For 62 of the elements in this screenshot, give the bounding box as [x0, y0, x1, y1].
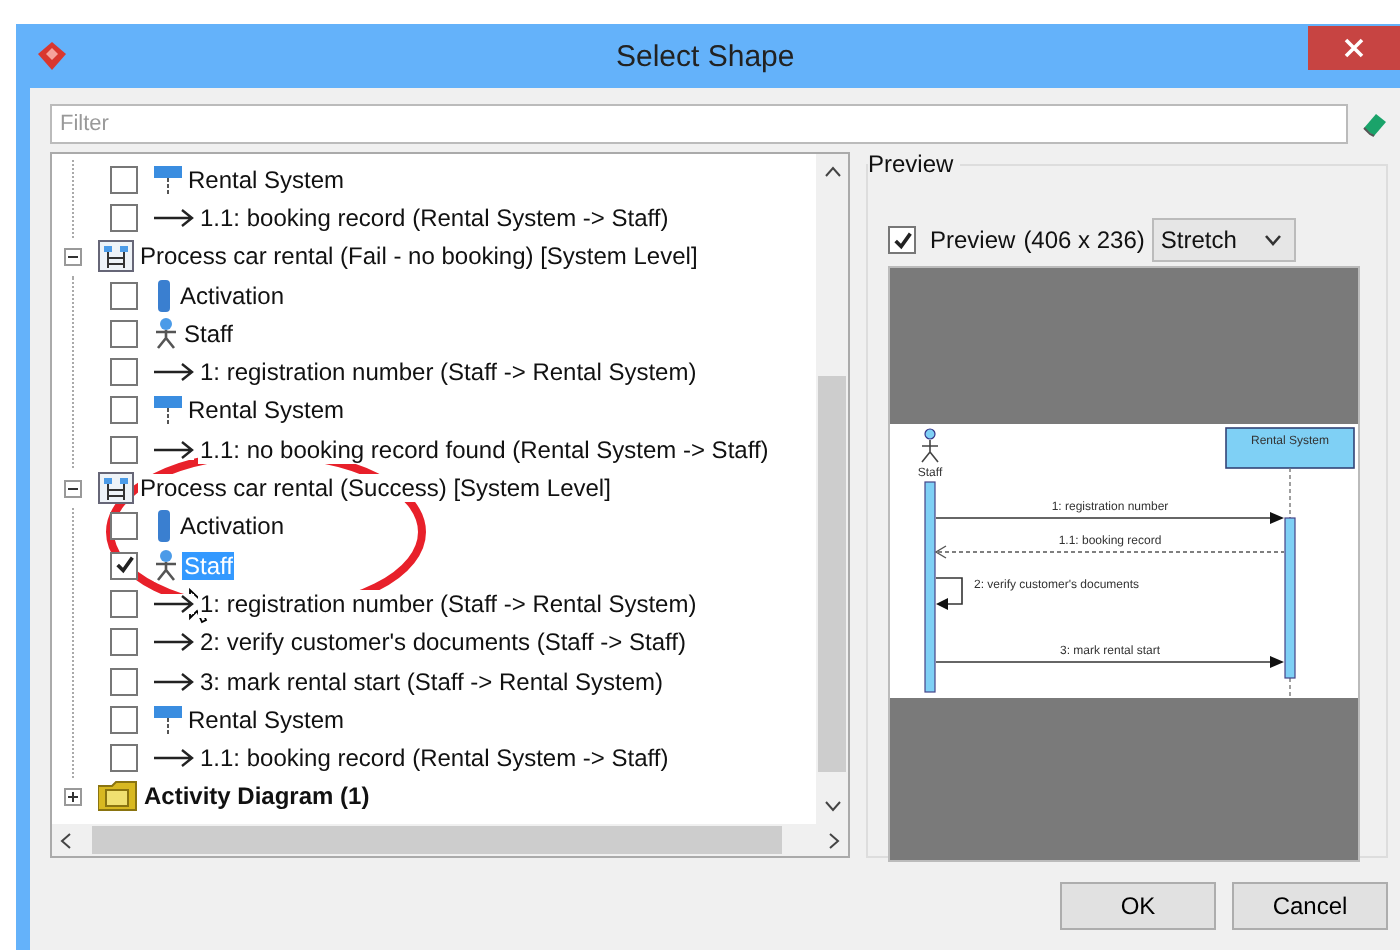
checkbox[interactable] [110, 628, 138, 657]
folder-icon [98, 780, 138, 813]
tree-item[interactable]: Process car rental (Success) [System Level] [138, 474, 613, 503]
preview-size: (406 x 236) [1023, 226, 1145, 254]
eraser-icon[interactable] [1360, 110, 1388, 138]
tree-item[interactable]: Rental System [186, 705, 347, 734]
actor-icon [154, 549, 178, 582]
lifeline-box [1225, 427, 1355, 469]
diagram-icon [98, 472, 134, 505]
actor-drawing [921, 428, 939, 463]
activation-icon [154, 510, 174, 543]
checkbox[interactable] [888, 226, 916, 254]
checkbox[interactable] [110, 705, 138, 734]
caret-icon [1264, 234, 1283, 246]
actor-icon [154, 317, 178, 350]
tree-item[interactable]: 1: registration number (Staff -> Rental System) [198, 589, 699, 618]
close-icon [1344, 38, 1364, 58]
tree-item[interactable]: Process car rental (Fail - no booking) [System Level] [138, 242, 700, 271]
window-title: Select Shape [616, 39, 795, 73]
tree-item[interactable]: 1: registration number (Staff -> Rental System) [198, 358, 699, 387]
tree-item[interactable]: 1.1: booking record (Rental System -> Staff) [198, 203, 671, 232]
checkbox[interactable] [110, 435, 138, 464]
close-button[interactable] [1308, 26, 1400, 70]
checkbox[interactable] [110, 551, 138, 580]
checkbox[interactable] [110, 589, 138, 618]
scroll-thumb[interactable] [92, 826, 782, 854]
tree-item[interactable]: Activity Diagram (1) [142, 782, 372, 811]
activation-icon [154, 279, 174, 312]
scale-dropdown[interactable]: Stretch [1152, 218, 1297, 262]
tree-item[interactable]: 1.1: booking record (Rental System -> Staff) [198, 744, 671, 773]
tree-item[interactable]: Staff [182, 319, 235, 348]
vertical-scrollbar[interactable] [816, 154, 848, 824]
group-label: Preview [868, 150, 960, 178]
tree-item[interactable]: Rental System [186, 396, 347, 425]
scroll-down-icon[interactable] [823, 800, 841, 812]
checkbox[interactable] [110, 358, 138, 387]
tree-item[interactable]: 2: verify customer's documents (Staff -> Staff) [198, 628, 688, 657]
tree-item[interactable]: 1.1: no booking record found (Rental System -> Staff) [198, 435, 771, 464]
horizontal-scrollbar[interactable] [52, 824, 848, 856]
diagram-icon [98, 240, 134, 273]
scroll-up-icon[interactable] [823, 166, 841, 178]
checkbox[interactable] [110, 319, 138, 348]
tree-item[interactable]: Activation [178, 281, 287, 310]
checkbox[interactable] [110, 165, 138, 194]
tree-item[interactable]: 3: mark rental start (Staff -> Rental System) [198, 667, 666, 695]
checkbox[interactable] [110, 512, 138, 541]
scroll-thumb[interactable] [818, 376, 846, 772]
scroll-left-icon[interactable] [60, 831, 72, 849]
filter-field[interactable]: Filter [50, 104, 1348, 144]
checkbox[interactable] [110, 744, 138, 773]
checkbox[interactable] [110, 396, 138, 425]
checkbox[interactable] [110, 667, 138, 695]
checkbox[interactable] [110, 203, 138, 232]
tree-item[interactable]: Rental System [186, 165, 347, 194]
self-message-arrow [935, 577, 963, 610]
dialog-button[interactable]: OK [1060, 882, 1216, 930]
checkbox[interactable] [110, 281, 138, 310]
dialog-button[interactable]: Cancel [1232, 882, 1388, 930]
app-logo-icon [36, 40, 68, 72]
scroll-right-icon[interactable] [828, 831, 840, 849]
tree-item[interactable]: Activation [178, 512, 287, 541]
checkbox-label[interactable]: Preview [930, 226, 1016, 254]
